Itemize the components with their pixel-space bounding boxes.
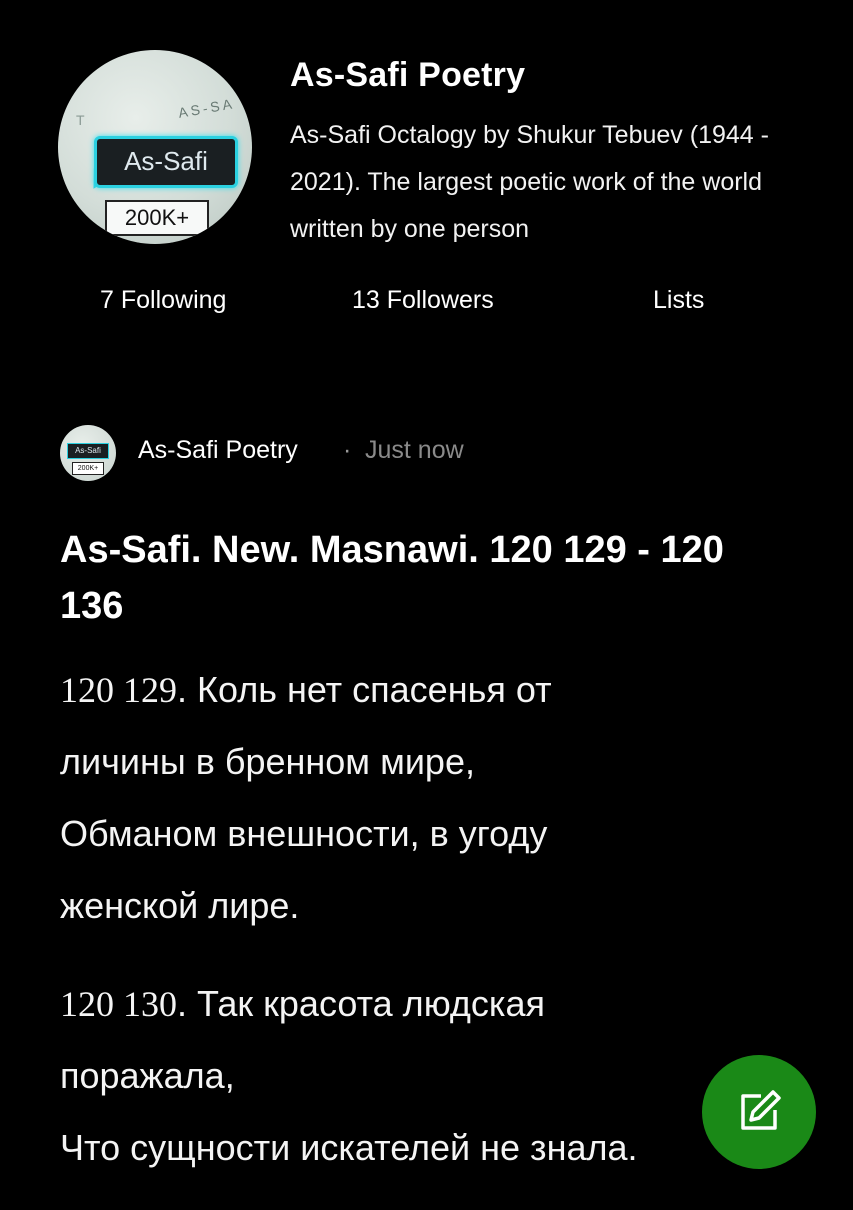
post-title[interactable]: As-Safi. New. Masnawi. 120 129 - 120 136 — [60, 522, 780, 634]
post-author-name[interactable]: As-Safi Poetry — [138, 436, 298, 465]
post-avatar-count: 200K+ — [72, 462, 104, 475]
poem-line: Обманом внешности, в угоду — [60, 813, 548, 854]
stanza: 120 130. Так красота людская поражала, Ч… — [60, 968, 800, 1184]
verse-text: . Коль нет спасенья от — [177, 669, 552, 710]
poem-line: 120 130. Так красота людская — [60, 968, 800, 1040]
meta-separator: · — [343, 436, 352, 464]
post-timestamp: Just now — [365, 436, 464, 464]
poem-line: личины в бренном мире, — [60, 741, 475, 782]
profile-bio: As-Safi Octalogy by Shukur Tebuev (1944 … — [290, 121, 769, 243]
edit-icon — [741, 1090, 781, 1130]
avatar-decoration: AS-SA — [177, 95, 236, 121]
avatar-count: 200K+ — [105, 200, 209, 236]
post-avatar-badge: As-Safi — [67, 443, 109, 459]
poem-line: поражала, — [60, 1055, 235, 1096]
avatar-badge-text: As-Safi — [124, 146, 208, 176]
post-body[interactable]: 120 129. Коль нет спасенья от личины в б… — [60, 654, 800, 1210]
profile-avatar[interactable]: AS-SA T As-Safi 200K+ — [58, 50, 252, 244]
poem-line: женской лире. — [60, 885, 300, 926]
profile-name: As-Safi Poetry — [290, 56, 526, 94]
poem-line: Что сущности искателей не знала. — [60, 1127, 638, 1168]
compose-button[interactable] — [702, 1055, 816, 1169]
verse-number: 120 129 — [60, 670, 177, 710]
stanza: 120 129. Коль нет спасенья от личины в б… — [60, 654, 800, 942]
lists-link[interactable]: Lists — [653, 286, 704, 315]
verse-number: 120 130 — [60, 984, 177, 1024]
post-author-avatar[interactable]: As-Safi 200K+ — [60, 425, 116, 481]
verse-text: . Так красота людская — [177, 983, 545, 1024]
avatar-badge: As-Safi — [94, 136, 238, 188]
following-link[interactable]: 7 Following — [100, 286, 226, 315]
followers-link[interactable]: 13 Followers — [352, 286, 494, 315]
avatar-decoration: T — [76, 112, 85, 128]
poem-line: 120 129. Коль нет спасенья от — [60, 654, 800, 726]
